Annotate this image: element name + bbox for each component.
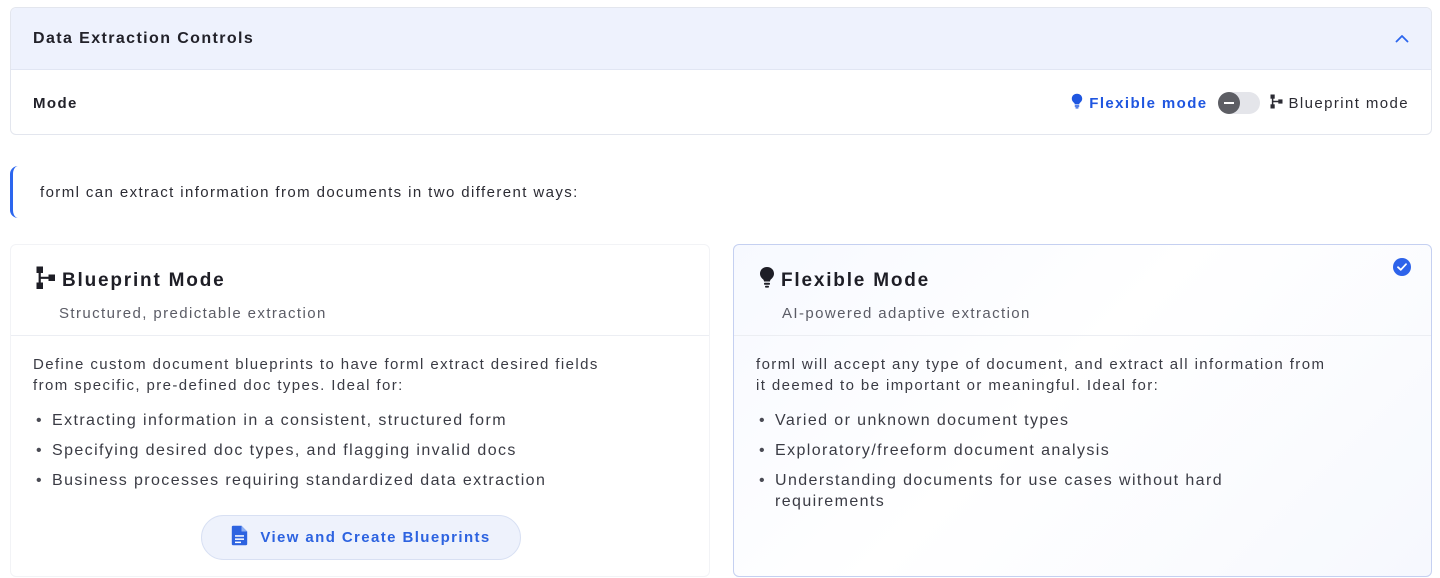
blueprint-card-title-text: Blueprint Mode <box>62 270 226 291</box>
panel-header[interactable]: Data Extraction Controls <box>11 8 1431 70</box>
flexible-card-subtitle: AI-powered adaptive extraction <box>782 305 1031 322</box>
blueprint-mode-card[interactable]: Blueprint Mode Structured, predictable e… <box>10 244 710 577</box>
mode-row: Mode Flexible mode Blueprint mode <box>11 70 1431 134</box>
blueprint-card-subtitle: Structured, predictable extraction <box>59 305 327 322</box>
panel-title: Data Extraction Controls <box>33 29 255 47</box>
flexible-card-title: Flexible Mode <box>759 266 930 296</box>
flexible-mode-label: Flexible mode <box>1089 94 1208 112</box>
view-create-blueprints-button[interactable]: View and Create Blueprints <box>201 515 521 560</box>
callout-text: forml can extract information from docum… <box>40 183 579 201</box>
list-item: Business processes requiring standardize… <box>33 470 687 491</box>
description-line: it deemed to be important or meaningful.… <box>756 377 1160 394</box>
flexible-ideal-list: Varied or unknown document types Explora… <box>756 410 1409 512</box>
flexible-card-title-text: Flexible Mode <box>781 270 931 291</box>
info-callout: forml can extract information from docum… <box>10 166 1432 218</box>
button-label: View and Create Blueprints <box>260 529 491 546</box>
list-item: Exploratory/freeform document analysis <box>756 440 1409 461</box>
blueprint-card-title: Blueprint Mode <box>36 266 225 296</box>
hierarchy-icon <box>1270 94 1283 113</box>
description-line: forml will accept any type of document, … <box>756 356 1326 373</box>
chevron-up-icon[interactable] <box>1395 32 1409 46</box>
toggle-knob <box>1217 92 1240 114</box>
blueprint-card-description: Define custom document blueprints to hav… <box>33 354 687 396</box>
flexible-card-description: forml will accept any type of document, … <box>756 354 1409 396</box>
list-item: Understanding documents for use cases wi… <box>756 470 1316 512</box>
flexible-card-body: forml will accept any type of document, … <box>734 336 1431 512</box>
check-circle-icon <box>1393 258 1411 276</box>
lightbulb-icon <box>759 266 775 296</box>
blueprint-ideal-list: Extracting information in a consistent, … <box>33 410 687 491</box>
description-line: from specific, pre-defined doc types. Id… <box>33 377 404 394</box>
document-icon <box>231 525 248 550</box>
extraction-controls-panel: Data Extraction Controls Mode Flexible m… <box>10 7 1432 135</box>
flexible-mode-option[interactable]: Flexible mode <box>1071 93 1207 113</box>
list-item: Extracting information in a consistent, … <box>33 410 687 431</box>
mode-switch: Flexible mode Blueprint mode <box>1071 92 1409 114</box>
flexible-mode-card[interactable]: Flexible Mode AI-powered adaptive extrac… <box>733 244 1432 577</box>
blueprint-mode-option[interactable]: Blueprint mode <box>1270 94 1410 113</box>
blueprint-mode-label: Blueprint mode <box>1288 94 1409 112</box>
mode-label: Mode <box>33 94 78 112</box>
blueprint-card-header: Blueprint Mode Structured, predictable e… <box>11 245 709 336</box>
blueprint-card-body: Define custom document blueprints to hav… <box>11 336 709 491</box>
hierarchy-icon <box>36 266 56 296</box>
list-item: Specifying desired doc types, and flaggi… <box>33 440 687 461</box>
mode-toggle[interactable] <box>1217 92 1260 114</box>
description-line: Define custom document blueprints to hav… <box>33 356 599 373</box>
lightbulb-icon <box>1071 93 1083 113</box>
list-item: Varied or unknown document types <box>756 410 1409 431</box>
flexible-card-header: Flexible Mode AI-powered adaptive extrac… <box>734 245 1431 336</box>
